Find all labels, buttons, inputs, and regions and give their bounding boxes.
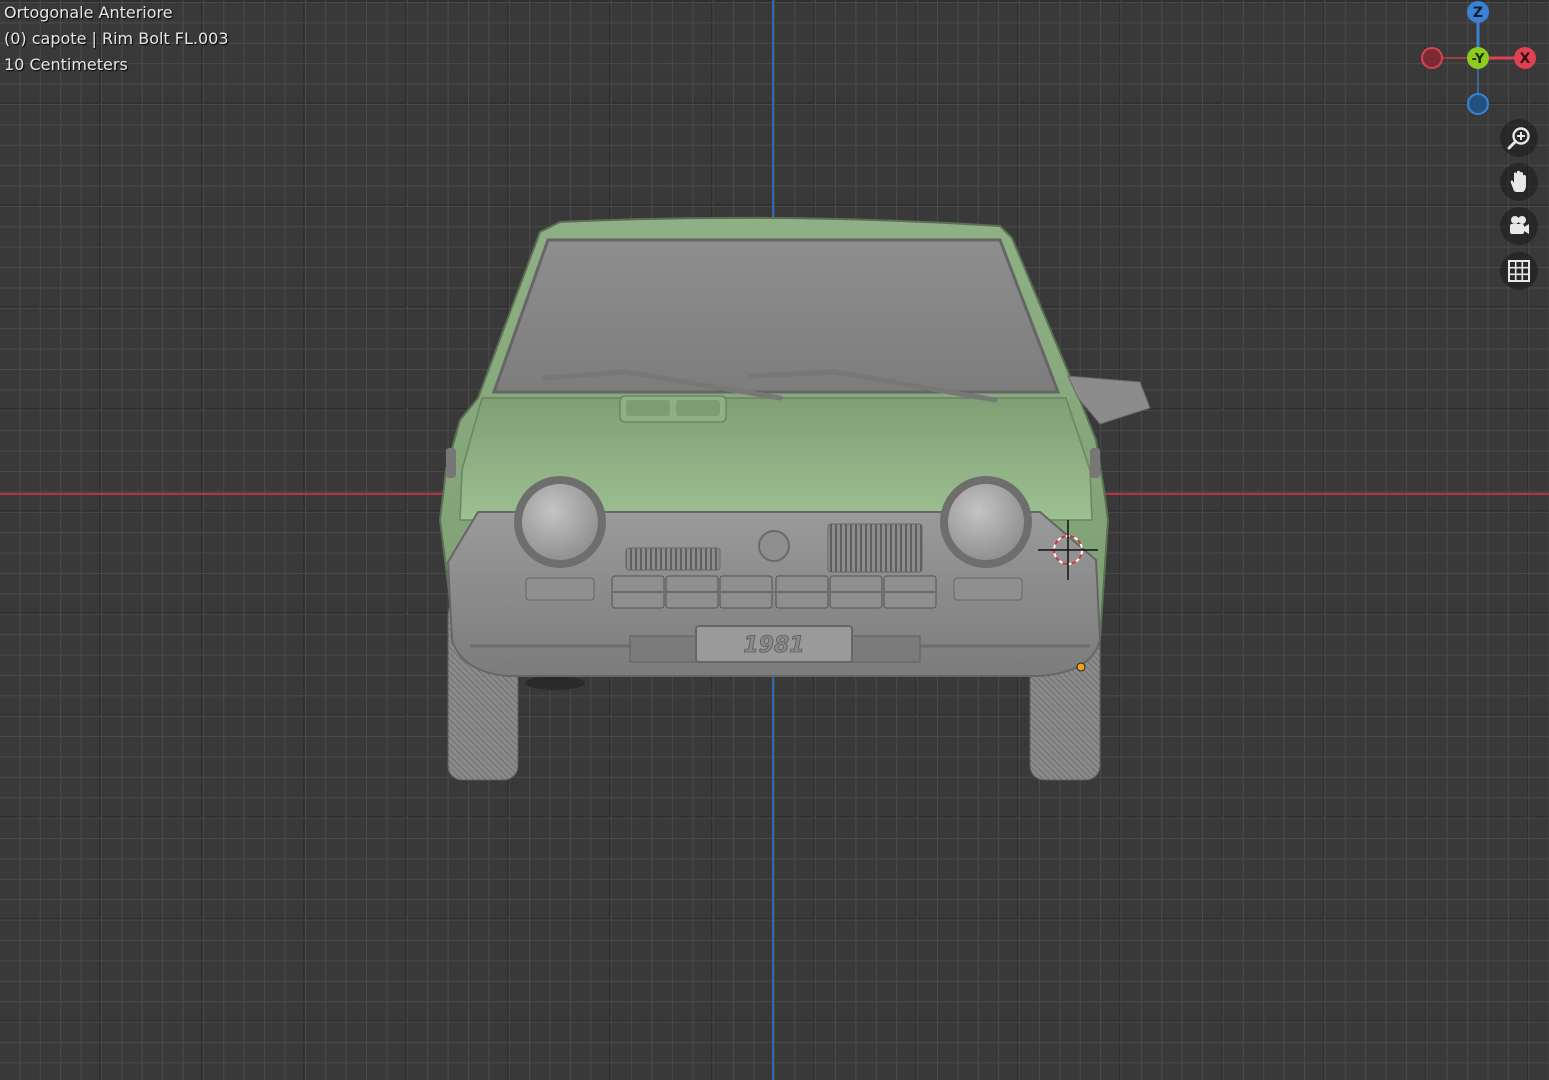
camera-view-button[interactable] [1500, 207, 1538, 245]
zoom-button[interactable] [1500, 119, 1538, 157]
left-headlight [514, 476, 606, 568]
gizmo-neg-z-handle [1467, 93, 1489, 115]
right-grille-vent [827, 523, 923, 573]
gizmo-y-label: -Y [1472, 52, 1485, 67]
zoom-icon [1507, 127, 1530, 150]
plate-text: 1981 [743, 633, 804, 658]
right-indicator [953, 577, 1023, 601]
gizmo-z-label: Z [1473, 5, 1483, 21]
left-indicator [525, 577, 595, 601]
view-name: Ortogonale Anteriore [4, 3, 173, 22]
grid-scale: 10 Centimeters [4, 55, 128, 74]
pan-button[interactable] [1500, 163, 1538, 201]
grid-perspective-icon [1508, 260, 1530, 282]
perspective-toggle-button[interactable] [1500, 252, 1538, 290]
car-model[interactable]: 1981 [0, 0, 1549, 1080]
pan-hand-icon [1510, 170, 1526, 192]
3d-viewport[interactable]: 1981 Ortogonale Anteriore (0) capote | R… [0, 0, 1549, 1080]
gizmo-neg-x-handle [1421, 47, 1443, 69]
navigation-gizmo[interactable]: Z X -Y [1410, 0, 1549, 120]
camera-icon [1510, 216, 1529, 234]
viewport-info-overlay: Ortogonale Anteriore (0) capote | Rim Bo… [4, 0, 229, 78]
windshield [491, 238, 1061, 394]
right-headlight [940, 476, 1032, 568]
badge [758, 530, 790, 562]
object-origin [1076, 662, 1086, 672]
underbody-shadow [525, 676, 585, 690]
left-grille-vent [625, 547, 721, 571]
object-info: (0) capote | Rim Bolt FL.003 [4, 29, 229, 48]
gizmo-x-label: X [1520, 51, 1531, 67]
